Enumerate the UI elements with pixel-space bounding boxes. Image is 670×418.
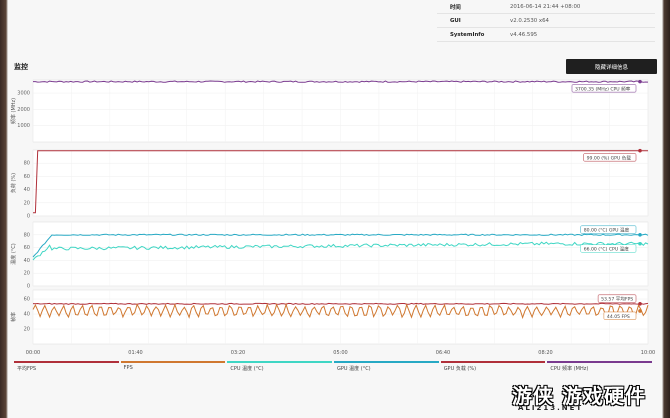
legend-color-swatch — [14, 361, 119, 363]
legend-color-swatch — [440, 361, 546, 363]
x-tick-label: 06:40 — [436, 350, 450, 356]
legend-item[interactable]: CPU 频率 (MHz) — [547, 361, 654, 373]
legend-item[interactable]: 平均FPS — [14, 361, 121, 373]
legend-color-swatch — [334, 361, 439, 363]
legend-item[interactable]: CPU 温度 (°C) — [227, 361, 334, 373]
y-tick-label: 60 — [24, 174, 30, 180]
y-axis-label: 温度 (°C) — [10, 243, 17, 265]
callout-label: 53.57 平均FPS — [601, 296, 633, 303]
callout-label: 44.05 FPS — [607, 314, 630, 320]
y-tick-label: 2000 — [17, 107, 30, 113]
legend-label: FPS — [123, 365, 133, 371]
x-tick-label: 08:20 — [538, 350, 552, 356]
y-tick-label: 40 — [24, 187, 30, 193]
chart-legend: 平均FPS FPS CPU 温度 (°C) GPU 温度 (°C) GPU 负载 (%)… — [14, 361, 654, 373]
y-tick-label: 0 — [27, 214, 30, 220]
y-axis-label: 帧率 — [10, 312, 17, 322]
series-end-marker — [638, 309, 642, 313]
legend-color-swatch — [547, 361, 653, 363]
legend-item[interactable]: GPU 温度 (°C) — [334, 361, 441, 373]
y-tick-label: 80 — [24, 232, 30, 238]
y-tick-label: 3000 — [17, 91, 30, 97]
callout-label: 66.00 (°C) CPU 温度 — [584, 246, 630, 253]
y-tick-label: 60 — [24, 297, 30, 303]
legend-label: GPU 温度 (°C) — [337, 366, 371, 372]
legend-color-swatch — [227, 361, 333, 363]
y-tick-label: 20 — [24, 327, 30, 333]
monitor-chart: 100020003000频率 (MHz)3700.35 (MHz) CPU 频率… — [10, 79, 655, 356]
watermark-logo: 游侠 游戏硬件 ALI213.NET — [512, 384, 646, 412]
y-tick-label: 80 — [24, 161, 30, 167]
series-end-marker — [638, 241, 642, 246]
x-tick-label: 10:00 — [641, 350, 655, 356]
y-tick-label: 20 — [24, 271, 30, 277]
x-tick-label: 05:00 — [333, 350, 347, 356]
callout-label: 3700.35 (MHz) CPU 频率 — [575, 85, 631, 92]
y-tick-label: 20 — [24, 200, 30, 206]
x-tick-label: 00:00 — [26, 350, 40, 356]
y-tick-label: 40 — [24, 312, 30, 318]
series-end-marker — [638, 79, 642, 84]
legend-label: CPU 温度 (°C) — [230, 366, 264, 372]
y-tick-label: 60 — [24, 245, 30, 251]
y-tick-label: 1000 — [17, 123, 30, 129]
series-end-marker — [638, 148, 642, 153]
y-tick-label: 0 — [27, 284, 30, 290]
legend-item[interactable]: FPS — [120, 361, 228, 373]
callout-label: 99.00 (%) GPU 负载 — [587, 154, 632, 161]
y-axis-label: 频率 (MHz) — [10, 98, 17, 124]
legend-color-swatch — [120, 361, 226, 363]
legend-label: CPU 频率 (MHz) — [550, 366, 589, 372]
x-tick-label: 01:40 — [128, 350, 142, 356]
y-axis-label: 负荷 (%) — [10, 173, 17, 193]
x-tick-label: 03:20 — [231, 350, 245, 356]
legend-label: 平均FPS — [17, 366, 37, 372]
y-tick-label: 40 — [24, 258, 30, 264]
legend-label: GPU 负载 (%) — [443, 366, 477, 372]
series-end-marker — [638, 233, 642, 237]
legend-item[interactable]: GPU 负载 (%) — [440, 361, 548, 373]
callout-label: 80.00 (°C) GPU 温度 — [584, 227, 630, 234]
